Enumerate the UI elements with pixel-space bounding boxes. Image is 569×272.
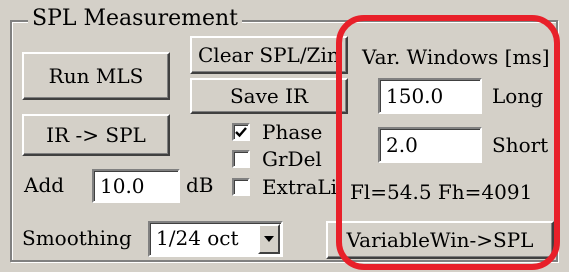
clear-spl-zin-button[interactable]: Clear SPL/Zin [190,36,348,74]
phase-checkbox[interactable] [232,123,250,141]
dropdown-button[interactable] [258,224,280,254]
run-mls-button[interactable]: Run MLS [22,52,170,100]
short-label: Short [492,133,549,157]
chevron-down-icon [264,236,274,242]
long-label: Long [492,84,544,108]
variable-win-to-spl-button[interactable]: VariableWin->SPL [326,221,554,259]
smoothing-value: 1/24 oct [156,226,239,250]
long-window-input[interactable] [378,78,482,114]
add-label: Add [24,173,65,197]
ir-to-spl-button[interactable]: IR -> SPL [22,114,170,156]
smoothing-select[interactable]: 1/24 oct [148,221,283,257]
group-title: SPL Measurement [28,6,243,32]
extralin-label: ExtraLin [262,175,342,199]
extralin-checkbox[interactable] [232,178,250,196]
frequency-readout: Fl=54.5 Fh=4091 [350,180,533,204]
db-unit-label: dB [186,173,214,197]
var-windows-title: Var. Windows [ms] [362,45,550,69]
add-db-input[interactable] [92,169,180,203]
short-window-input[interactable] [378,127,482,163]
phase-label: Phase [262,120,323,144]
grdel-checkbox[interactable] [232,150,250,168]
checkmark-icon [235,127,247,138]
grdel-label: GrDel [262,147,322,171]
smoothing-label: Smoothing [22,226,132,250]
save-ir-button[interactable]: Save IR [190,78,348,114]
